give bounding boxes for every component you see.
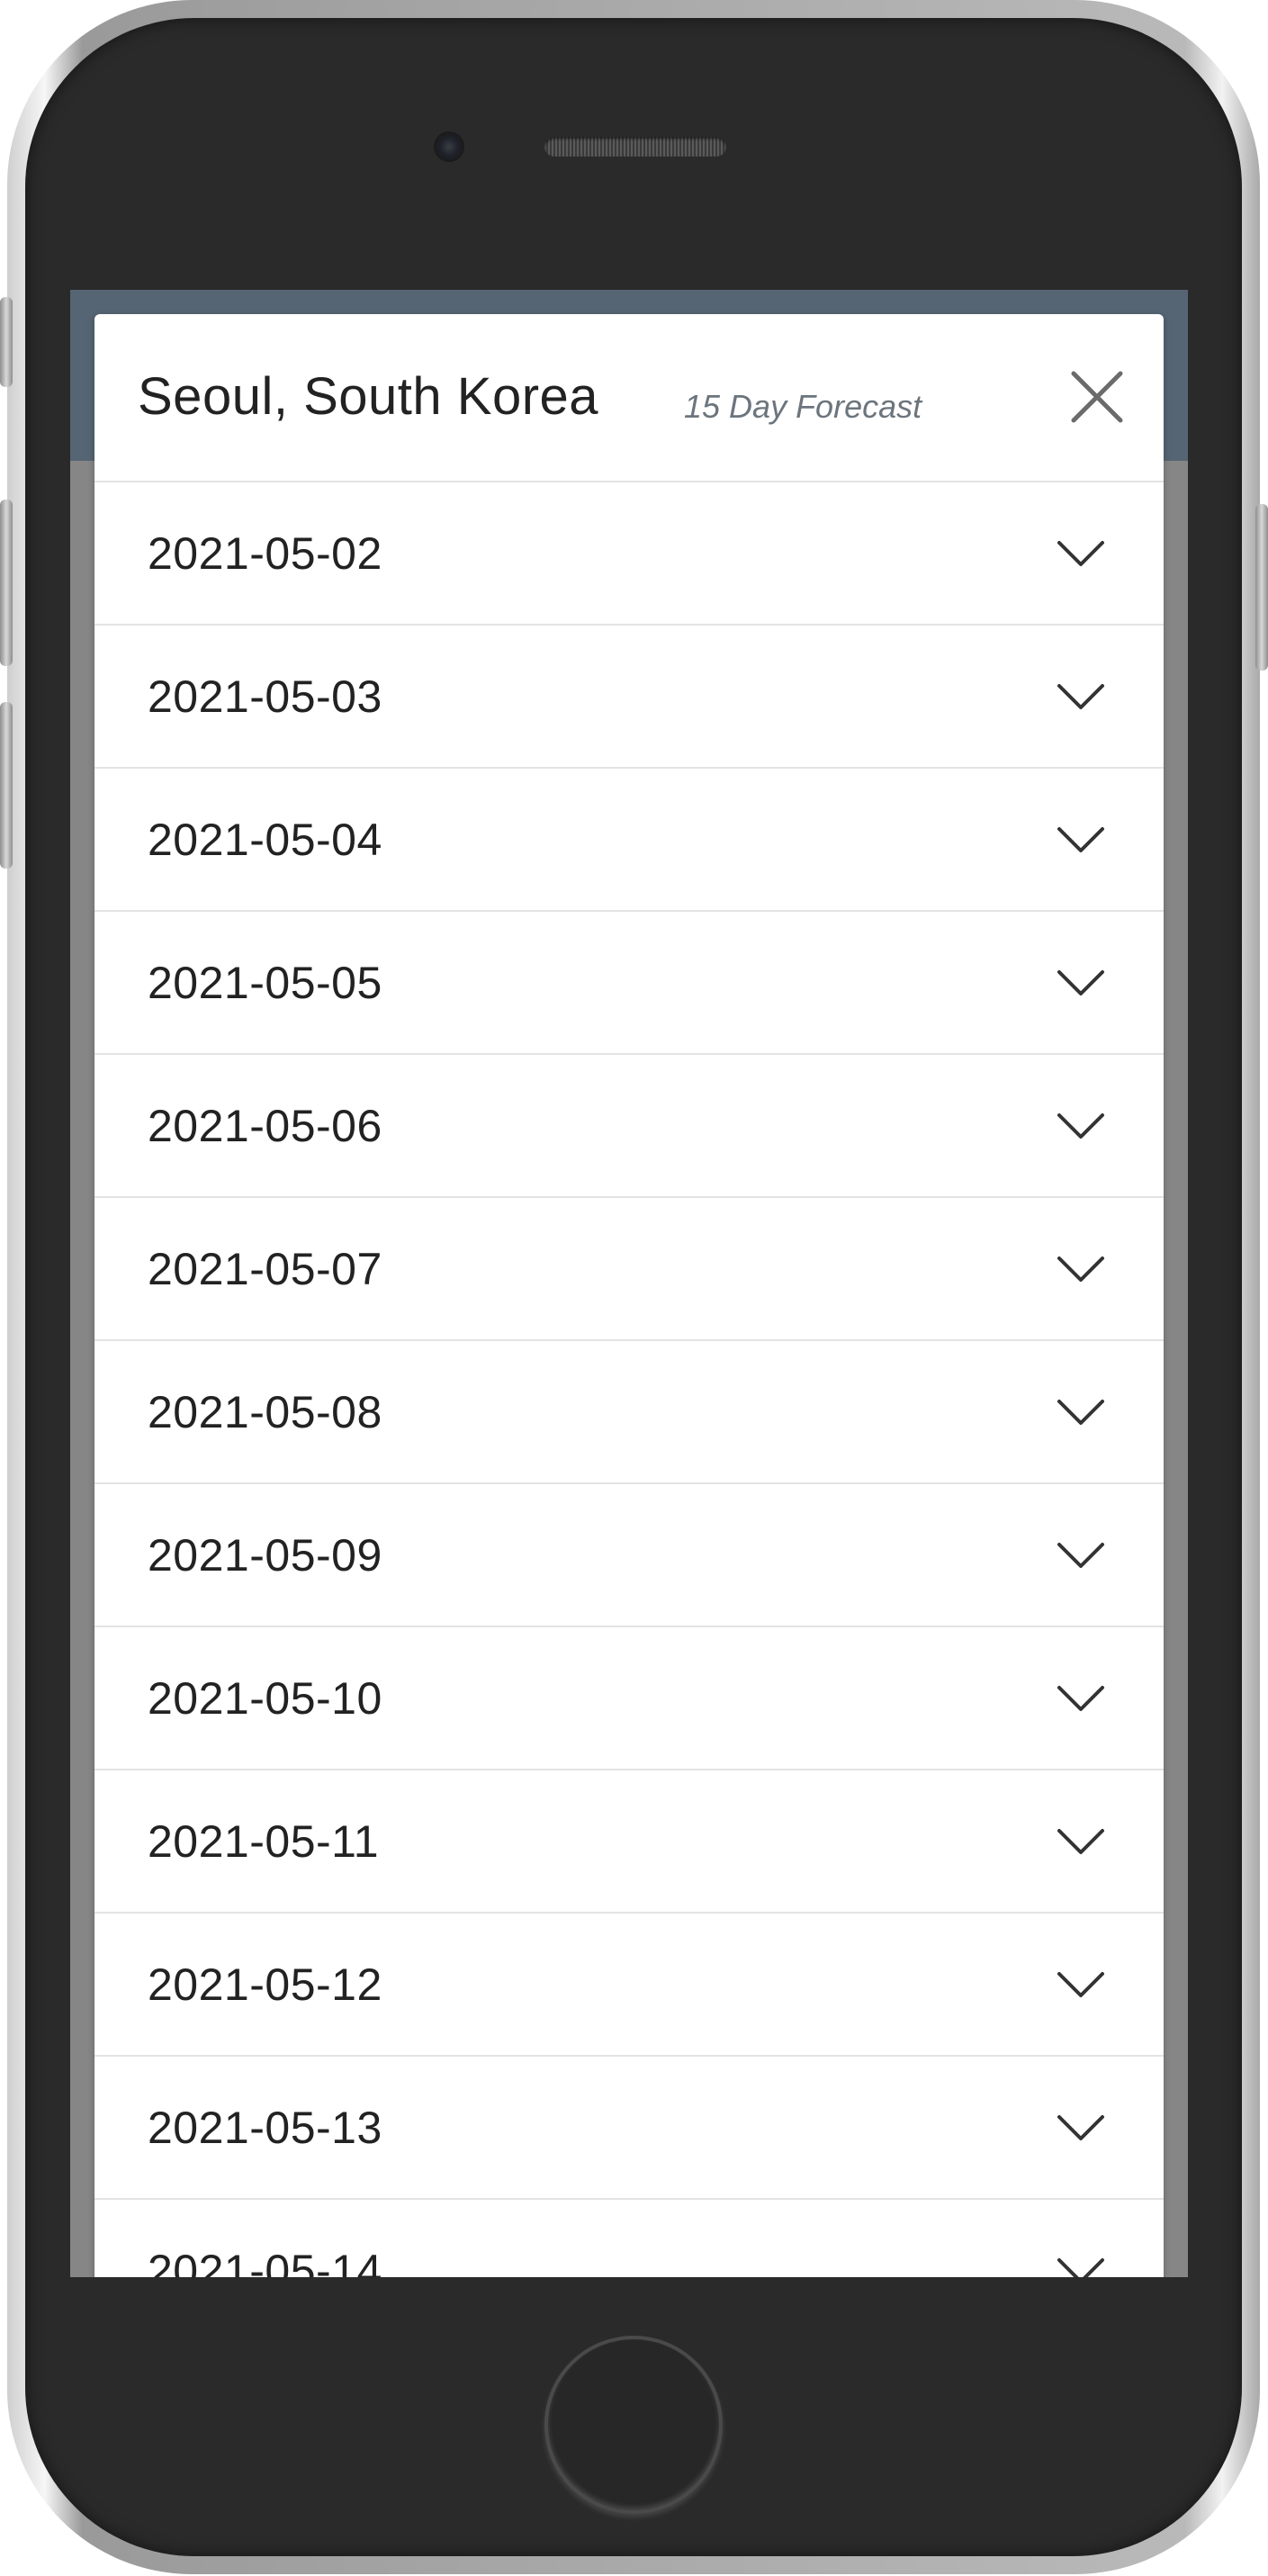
forecast-date: 2021-05-05: [148, 957, 382, 1008]
forecast-row[interactable]: 2021-05-04: [94, 769, 1164, 912]
chevron-down-icon[interactable]: [1056, 2255, 1106, 2277]
forecast-date: 2021-05-06: [148, 1100, 382, 1151]
forecast-row[interactable]: 2021-05-14: [94, 2200, 1164, 2277]
forecast-date: 2021-05-02: [148, 527, 382, 579]
chevron-down-icon[interactable]: [1056, 1110, 1106, 1142]
chevron-down-icon[interactable]: [1056, 1825, 1106, 1858]
close-icon: [1066, 366, 1128, 428]
forecast-date: 2021-05-14: [148, 2245, 382, 2278]
page: Seoul, South Korea 15 Day Forecast 2021-…: [0, 0, 1268, 2576]
chevron-down-icon[interactable]: [1056, 680, 1106, 713]
forecast-row[interactable]: 2021-05-03: [94, 626, 1164, 769]
forecast-date: 2021-05-13: [148, 2102, 382, 2153]
chevron-down-icon[interactable]: [1056, 2112, 1106, 2144]
forecast-date: 2021-05-12: [148, 1959, 382, 2010]
forecast-row[interactable]: 2021-05-02: [94, 482, 1164, 626]
earpiece-speaker: [544, 137, 726, 157]
chevron-down-icon[interactable]: [1056, 824, 1106, 856]
phone-screen: Seoul, South Korea 15 Day Forecast 2021-…: [70, 290, 1188, 2277]
forecast-row[interactable]: 2021-05-05: [94, 912, 1164, 1055]
modal-header: Seoul, South Korea 15 Day Forecast: [94, 314, 1164, 482]
modal-subtitle: 15 Day Forecast: [684, 388, 922, 425]
close-button[interactable]: [1066, 366, 1128, 428]
forecast-row[interactable]: 2021-05-08: [94, 1341, 1164, 1484]
forecast-row[interactable]: 2021-05-07: [94, 1198, 1164, 1341]
chevron-down-icon[interactable]: [1056, 1968, 1106, 2001]
chevron-down-icon[interactable]: [1056, 1396, 1106, 1428]
forecast-row[interactable]: 2021-05-13: [94, 2057, 1164, 2200]
chevron-down-icon[interactable]: [1056, 1539, 1106, 1572]
forecast-row[interactable]: 2021-05-09: [94, 1484, 1164, 1627]
forecast-date: 2021-05-03: [148, 671, 382, 722]
forecast-list: 2021-05-02 2021-05-03 2021-05-04 2021-05-05…: [94, 482, 1164, 2277]
chevron-down-icon[interactable]: [1056, 537, 1106, 570]
volume-down-button: [0, 702, 13, 869]
chevron-down-icon[interactable]: [1056, 1253, 1106, 1285]
forecast-date: 2021-05-07: [148, 1243, 382, 1294]
volume-up-button: [0, 500, 13, 666]
forecast-row[interactable]: 2021-05-12: [94, 1914, 1164, 2057]
power-button: [1255, 504, 1268, 671]
forecast-row[interactable]: 2021-05-11: [94, 1770, 1164, 1914]
forecast-date: 2021-05-09: [148, 1529, 382, 1581]
forecast-date: 2021-05-04: [148, 814, 382, 865]
chevron-down-icon[interactable]: [1056, 967, 1106, 999]
chevron-down-icon[interactable]: [1056, 1682, 1106, 1715]
forecast-date: 2021-05-11: [148, 1815, 380, 1867]
front-camera: [436, 133, 463, 160]
forecast-row[interactable]: 2021-05-06: [94, 1055, 1164, 1198]
modal-title: Seoul, South Korea: [138, 367, 599, 426]
mute-switch: [0, 297, 13, 387]
forecast-date: 2021-05-10: [148, 1672, 382, 1724]
forecast-modal: Seoul, South Korea 15 Day Forecast 2021-…: [94, 314, 1164, 2277]
home-button[interactable]: [544, 2336, 723, 2514]
forecast-row[interactable]: 2021-05-10: [94, 1627, 1164, 1770]
forecast-date: 2021-05-08: [148, 1386, 382, 1437]
